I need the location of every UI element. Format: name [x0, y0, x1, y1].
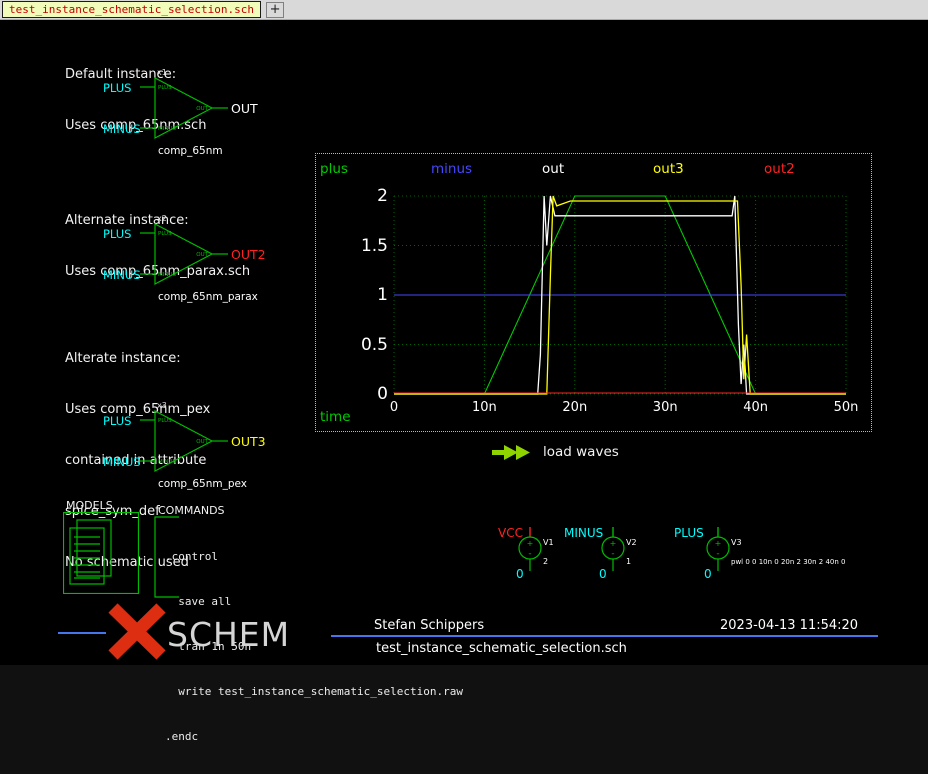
x-tick-label: 10n	[459, 400, 509, 415]
instance-ref: x2	[157, 214, 167, 223]
pin-label-plus: PLUS	[158, 418, 172, 424]
svg-text:-: -	[611, 549, 614, 559]
vsource-ref: V1	[543, 538, 554, 547]
symbol-name: comp_65nm_pex	[158, 478, 247, 490]
vsource-ref: V3	[731, 538, 742, 547]
svg-text:+: +	[527, 539, 534, 548]
net-label-minus[interactable]: MINUS	[103, 268, 141, 282]
comparator-instance-x2[interactable]: PLUS MINUS OUT PLUS MINUS OUT2 x2 comp_6…	[100, 214, 310, 306]
x-tick-label: 30n	[640, 400, 690, 415]
pin-label-out: OUT	[196, 106, 208, 112]
gnd-net-label[interactable]: 0	[516, 567, 524, 581]
pin-label-plus: PLUS	[158, 85, 172, 91]
legend-out: out	[542, 161, 653, 177]
net-label-plus[interactable]: PLUS	[103, 414, 132, 428]
svg-text:-: -	[716, 549, 719, 559]
x-tick-label: 20n	[550, 400, 600, 415]
y-tick-label: 1.5	[316, 236, 388, 256]
waveform-plot	[394, 196, 846, 394]
pin-label-minus: MINUS	[158, 459, 177, 465]
vsource-v2[interactable]: MINUS + - V2 1 0	[560, 525, 680, 603]
net-label-out3[interactable]: OUT3	[231, 434, 266, 449]
x-axis-title: time	[320, 409, 351, 425]
x-tick-label: 50n	[821, 400, 871, 415]
tab-active-schematic[interactable]: test_instance_schematic_selection.sch	[2, 1, 261, 18]
x-tick-label: 0	[369, 400, 419, 415]
graph-legend: plusminusoutout3out2	[320, 158, 869, 176]
net-label-out[interactable]: OUT	[231, 101, 258, 116]
legend-plus: plus	[320, 161, 431, 177]
legend-minus: minus	[431, 161, 542, 177]
commands-symbol[interactable]: .control save all tran 1n 50n write test…	[153, 515, 493, 600]
symbol-name: comp_65nm	[158, 145, 223, 157]
tab-bar: test_instance_schematic_selection.sch +	[0, 0, 928, 20]
net-label-minus[interactable]: MINUS	[103, 122, 141, 136]
models-label: MODELS	[66, 499, 113, 512]
vsource-ref: V2	[626, 538, 637, 547]
titleblock-datetime: 2023-04-13 11:54:20	[720, 618, 858, 633]
gnd-net-label[interactable]: 0	[704, 567, 712, 581]
pin-label-out: OUT	[196, 439, 208, 445]
svg-text:-: -	[528, 549, 531, 559]
net-label-plus[interactable]: PLUS	[103, 227, 132, 241]
legend-out3: out3	[653, 161, 764, 177]
launcher-label: load waves	[543, 444, 619, 460]
y-tick-label: 0.5	[316, 335, 388, 355]
net-label-out2[interactable]: OUT2	[231, 247, 266, 262]
legend-out2: out2	[764, 161, 875, 177]
new-tab-button[interactable]: +	[266, 2, 284, 18]
vsource-symbol: + -	[560, 525, 680, 603]
waveform-graph[interactable]: plusminusoutout3out2 00.511.52 010n20n30…	[315, 153, 872, 432]
symbol-name: comp_65nm_parax	[158, 291, 258, 303]
pin-label-out: OUT	[196, 252, 208, 258]
svg-text:+: +	[715, 539, 722, 548]
titleblock-author: Stefan Schippers	[374, 618, 484, 633]
instance-ref: x3	[157, 401, 167, 410]
load-waves-launcher[interactable]: load waves	[492, 443, 619, 461]
comparator-instance-x3[interactable]: PLUS MINUS OUT PLUS MINUS OUT3 x3 comp_6…	[100, 401, 310, 493]
models-document-icon	[63, 512, 139, 594]
svg-text:+: +	[610, 539, 617, 548]
pin-label-minus: MINUS	[158, 272, 177, 278]
xschem-brand-text: SCHEM	[167, 615, 290, 654]
titleblock-line-left	[58, 632, 106, 634]
vsource-value: 2	[543, 557, 548, 566]
xschem-logo-icon	[106, 603, 168, 660]
instance-ref: x1	[157, 68, 167, 77]
vsource-v3[interactable]: PLUS + - V3 pwl 0 0 10n 0 20n 2 30n 2 40…	[670, 525, 920, 603]
y-tick-label: 2	[316, 186, 388, 206]
net-label-plus[interactable]: PLUS	[103, 81, 132, 95]
schematic-canvas[interactable]: Default instance: Uses comp_65nm.sch Alt…	[0, 20, 928, 665]
vsource-value: pwl 0 0 10n 0 20n 2 30n 2 40n 0	[731, 558, 845, 566]
titleblock-divider-line	[331, 635, 878, 637]
comparator-instance-x1[interactable]: PLUS MINUS OUT PLUS MINUS OUT x1 comp_65…	[100, 68, 310, 160]
net-label-minus[interactable]: MINUS	[103, 455, 141, 469]
titleblock-filename: test_instance_schematic_selection.sch	[376, 641, 627, 656]
launcher-arrow-icon	[492, 443, 534, 461]
pin-label-plus: PLUS	[158, 231, 172, 237]
x-tick-label: 40n	[731, 400, 781, 415]
pin-label-minus: MINUS	[158, 126, 177, 132]
vsource-value: 1	[626, 557, 631, 566]
y-tick-label: 1	[316, 285, 388, 305]
gnd-net-label[interactable]: 0	[599, 567, 607, 581]
models-symbol[interactable]	[63, 512, 139, 598]
